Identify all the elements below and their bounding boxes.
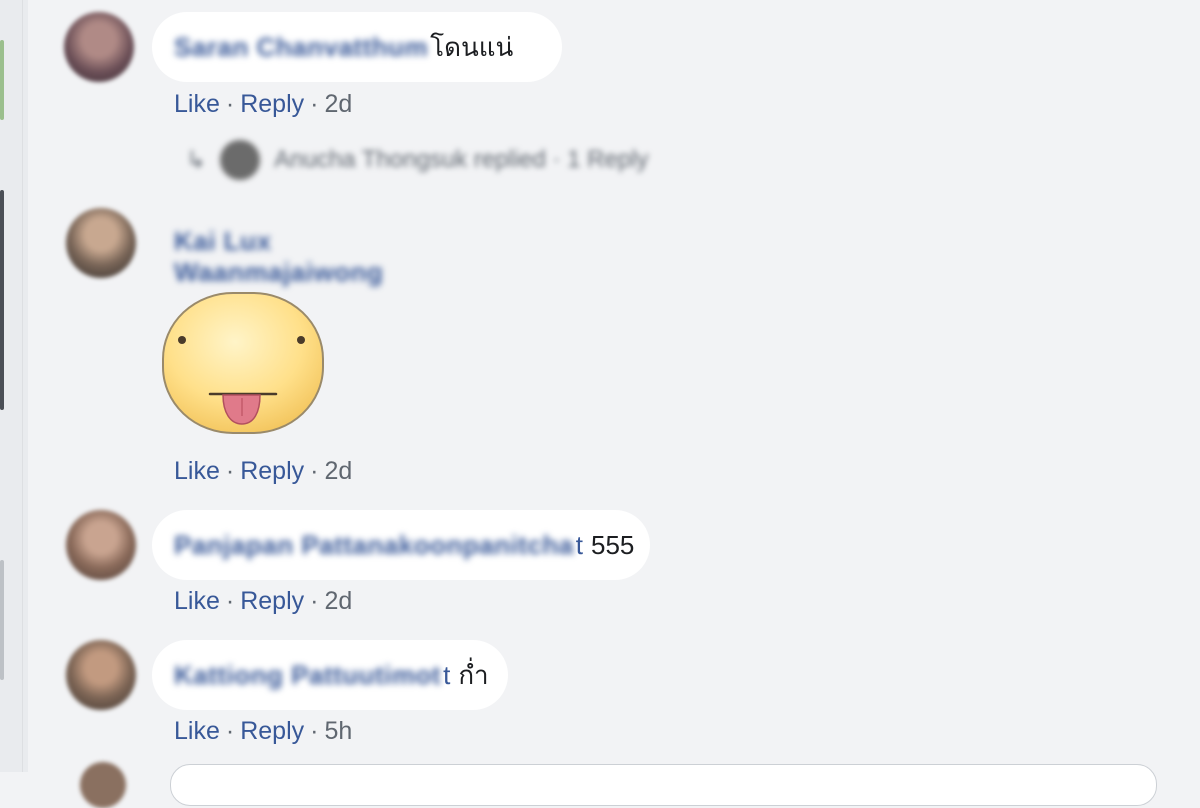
reply-author-avatar (220, 140, 261, 180)
comment-text: โดนแน่ (430, 31, 514, 62)
comment-author-name-tail[interactable]: t (443, 660, 450, 691)
view-replies-link[interactable]: ↳ Anucha Thongsuk replied · 1 Reply (186, 140, 649, 180)
comment-author-avatar[interactable] (64, 12, 134, 82)
comment-author-name-tail[interactable]: t (576, 530, 583, 561)
left-dark-strip (0, 190, 4, 410)
reply-link[interactable]: Reply (240, 457, 304, 485)
comment-actions: Like · Reply · 2d (174, 457, 352, 486)
reply-link[interactable]: Reply (240, 587, 304, 615)
replies-summary: Anucha Thongsuk replied · 1 Reply (274, 146, 649, 173)
comment-author-row: Kai Lux Waanmajaiwong (174, 226, 383, 288)
comment-text: ก่ำ (458, 659, 489, 690)
comment-bubble: Panjapan Pattanakoonpanitcha t 555 (152, 510, 650, 580)
like-link[interactable]: Like (174, 457, 220, 485)
left-accent-strip (0, 40, 4, 120)
comment-actions: Like · Reply · 2d (174, 587, 352, 616)
comment-author-name[interactable]: Kai Lux Waanmajaiwong (174, 226, 383, 288)
comment-author-avatar[interactable] (66, 510, 136, 580)
comment-timestamp[interactable]: 5h (324, 717, 352, 745)
separator-dot: · (310, 587, 319, 615)
comment-author-name[interactable]: Kattiong Pattuutimot (174, 660, 441, 691)
reply-link[interactable]: Reply (240, 90, 304, 118)
like-link[interactable]: Like (174, 90, 220, 118)
comment-actions: Like · Reply · 2d (174, 90, 352, 119)
comment-actions: Like · Reply · 5h (174, 717, 352, 746)
separator-dot: · (225, 457, 235, 485)
comment-bubble: Saran Chanvatthum โดนแน่ (152, 12, 562, 82)
comment-author-name[interactable]: Saran Chanvatthum (174, 32, 428, 63)
separator-dot: · (225, 587, 235, 615)
tongue-out-face-sticker[interactable] (160, 290, 326, 436)
comment-timestamp[interactable]: 2d (324, 587, 352, 615)
comment-author-avatar[interactable] (66, 640, 136, 710)
current-user-avatar (80, 762, 126, 808)
comment-timestamp[interactable]: 2d (324, 457, 352, 485)
comment-text: 555 (590, 529, 635, 560)
separator-dot: · (310, 90, 319, 118)
write-comment-input[interactable] (170, 764, 1157, 806)
like-link[interactable]: Like (174, 587, 220, 615)
separator-dot: · (225, 90, 235, 118)
separator-dot: · (310, 717, 319, 745)
left-panel-edge (0, 0, 28, 772)
like-link[interactable]: Like (174, 717, 220, 745)
left-divider (22, 0, 23, 772)
comment-timestamp[interactable]: 2d (324, 90, 352, 118)
separator-dot: · (225, 717, 235, 745)
comment-author-avatar[interactable] (66, 208, 136, 278)
reply-link[interactable]: Reply (240, 717, 304, 745)
separator-dot: · (310, 457, 319, 485)
comment-bubble: Kattiong Pattuutimot t ก่ำ (152, 640, 508, 710)
reply-arrow-icon: ↳ (186, 146, 207, 174)
left-gray-strip (0, 560, 4, 680)
comment-author-name[interactable]: Panjapan Pattanakoonpanitcha (174, 530, 574, 561)
